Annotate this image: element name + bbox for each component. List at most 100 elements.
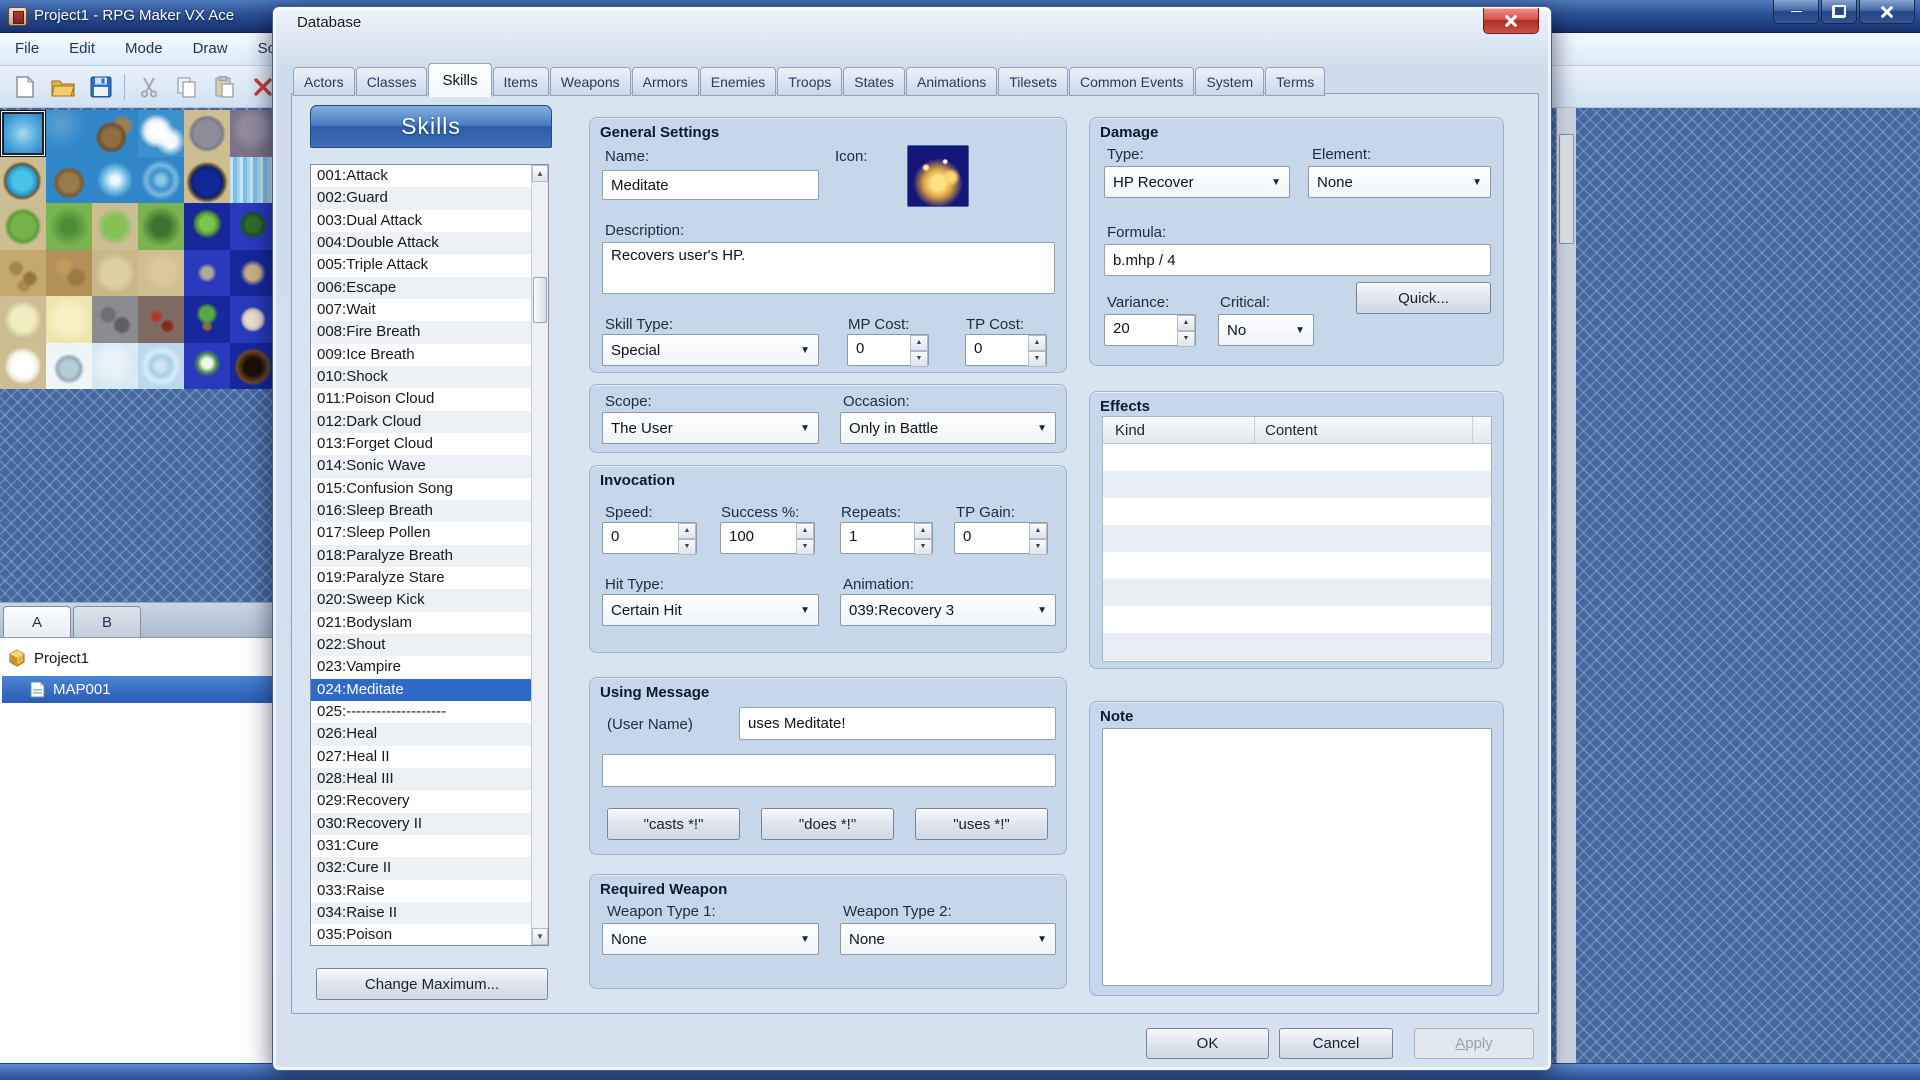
weapon-type2-select[interactable]: None▼ (840, 923, 1056, 955)
repeats-stepper[interactable]: 1 ▲▼ (840, 522, 933, 554)
tp-cost-stepper[interactable]: 0 ▲▼ (965, 334, 1047, 366)
spin-down-icon[interactable]: ▼ (1029, 539, 1047, 555)
skill-list-item[interactable]: 002:Guard (311, 187, 531, 209)
speed-stepper[interactable]: 0 ▲▼ (602, 522, 697, 554)
tab-system[interactable]: System (1195, 67, 1264, 96)
skill-list-item[interactable]: 006:Escape (311, 277, 531, 299)
palette-tile[interactable] (138, 157, 184, 204)
spin-up-icon[interactable]: ▲ (914, 523, 932, 539)
skill-list-item[interactable]: 030:Recovery II (311, 813, 531, 835)
animation-select[interactable]: 039:Recovery 3▼ (840, 594, 1056, 626)
skill-list-item[interactable]: 024:Meditate (311, 679, 531, 701)
palette-tile[interactable] (230, 110, 276, 157)
mp-cost-stepper[interactable]: 0 ▲▼ (847, 334, 929, 366)
skill-list-item[interactable]: 031:Cure (311, 835, 531, 857)
paste-button[interactable] (210, 72, 240, 102)
palette-tile[interactable] (230, 250, 276, 297)
copy-button[interactable] (172, 72, 202, 102)
restore-button[interactable] (1821, 0, 1857, 24)
palette-tile[interactable] (0, 343, 46, 390)
map-scrollbar-thumb[interactable] (1559, 134, 1574, 244)
spin-down-icon[interactable]: ▼ (1028, 351, 1046, 367)
effects-row[interactable] (1103, 525, 1491, 552)
palette-tile[interactable] (230, 343, 276, 390)
effects-column-kind[interactable]: Kind (1103, 417, 1255, 443)
palette-tile[interactable] (184, 110, 230, 157)
open-project-button[interactable] (48, 72, 78, 102)
palette-tile[interactable] (138, 296, 184, 343)
palette-tab-a[interactable]: A (3, 606, 71, 638)
quick-button[interactable]: Quick... (1356, 282, 1491, 314)
hit-type-select[interactable]: Certain Hit▼ (602, 594, 819, 626)
skill-list-item[interactable]: 034:Raise II (311, 902, 531, 924)
menu-mode[interactable]: Mode (110, 33, 178, 66)
success-stepper[interactable]: 100 ▲▼ (720, 522, 815, 554)
weapon-type1-select[interactable]: None▼ (602, 923, 819, 955)
skill-list-item[interactable]: 003:Dual Attack (311, 210, 531, 232)
effects-column-content[interactable]: Content (1255, 417, 1473, 443)
cancel-button[interactable]: Cancel (1279, 1028, 1393, 1059)
map-vertical-scrollbar[interactable] (1556, 108, 1576, 1063)
skills-scrollbar-thumb[interactable] (533, 277, 547, 323)
effects-rows[interactable] (1102, 444, 1492, 662)
spin-up-icon[interactable]: ▲ (1177, 315, 1195, 331)
skill-list-item[interactable]: 017:Sleep Pollen (311, 522, 531, 544)
scroll-up-arrow[interactable]: ▲ (532, 165, 548, 182)
palette-tile[interactable] (138, 343, 184, 390)
skill-list-item[interactable]: 009:Ice Breath (311, 344, 531, 366)
name-input[interactable] (602, 170, 819, 200)
occasion-select[interactable]: Only in Battle▼ (840, 412, 1056, 444)
skill-list-item[interactable]: 025:-------------------- (311, 701, 531, 723)
tab-classes[interactable]: Classes (356, 67, 428, 96)
palette-tile[interactable] (184, 250, 230, 297)
spin-down-icon[interactable]: ▼ (914, 539, 932, 555)
message-preset-button[interactable]: "casts *!" (607, 808, 740, 840)
skills-list-scrollbar[interactable]: ▲ ▼ (531, 165, 548, 945)
skill-list-item[interactable]: 004:Double Attack (311, 232, 531, 254)
spin-down-icon[interactable]: ▼ (678, 539, 696, 555)
new-project-button[interactable] (10, 72, 40, 102)
menu-edit[interactable]: Edit (54, 33, 110, 66)
skill-list-item[interactable]: 014:Sonic Wave (311, 455, 531, 477)
tp-gain-stepper[interactable]: 0 ▲▼ (954, 522, 1048, 554)
skill-list-item[interactable]: 013:Forget Cloud (311, 433, 531, 455)
effects-row[interactable] (1103, 471, 1491, 498)
skill-list-item[interactable]: 032:Cure II (311, 857, 531, 879)
tab-skills[interactable]: Skills (428, 63, 491, 97)
palette-tile[interactable] (46, 343, 92, 390)
scope-select[interactable]: The User▼ (602, 412, 819, 444)
spin-down-icon[interactable]: ▼ (1177, 331, 1195, 347)
palette-tile[interactable] (92, 343, 138, 390)
spin-down-icon[interactable]: ▼ (796, 539, 814, 555)
tab-enemies[interactable]: Enemies (700, 67, 776, 96)
change-maximum-button[interactable]: Change Maximum... (316, 968, 548, 1000)
palette-tile[interactable] (184, 157, 230, 204)
palette-tile[interactable] (92, 203, 138, 250)
tab-items[interactable]: Items (493, 67, 549, 96)
skill-list-item[interactable]: 012:Dark Cloud (311, 411, 531, 433)
palette-tile[interactable] (46, 203, 92, 250)
skill-list-item[interactable]: 021:Bodyslam (311, 612, 531, 634)
tab-actors[interactable]: Actors (293, 67, 355, 96)
menu-draw[interactable]: Draw (178, 33, 243, 66)
palette-tile[interactable] (92, 110, 138, 157)
message-preset-button[interactable]: "uses *!" (915, 808, 1048, 840)
effects-row[interactable] (1103, 552, 1491, 579)
skill-list-item[interactable]: 035:Poison (311, 924, 531, 945)
palette-tile[interactable] (0, 296, 46, 343)
variance-stepper[interactable]: 20 ▲▼ (1104, 314, 1196, 346)
palette-tab-b[interactable]: B (73, 606, 141, 638)
tab-armors[interactable]: Armors (632, 67, 699, 96)
tab-animations[interactable]: Animations (906, 67, 997, 96)
skill-list-item[interactable]: 010:Shock (311, 366, 531, 388)
effects-row[interactable] (1103, 579, 1491, 606)
tab-troops[interactable]: Troops (777, 67, 842, 96)
palette-tile[interactable] (92, 296, 138, 343)
effects-row[interactable] (1103, 606, 1491, 633)
menu-file[interactable]: File (0, 33, 54, 66)
save-button[interactable] (86, 72, 116, 102)
skill-list-item[interactable]: 029:Recovery (311, 790, 531, 812)
spin-down-icon[interactable]: ▼ (910, 351, 928, 367)
cut-button[interactable] (134, 72, 164, 102)
skill-type-select[interactable]: Special▼ (602, 334, 819, 366)
